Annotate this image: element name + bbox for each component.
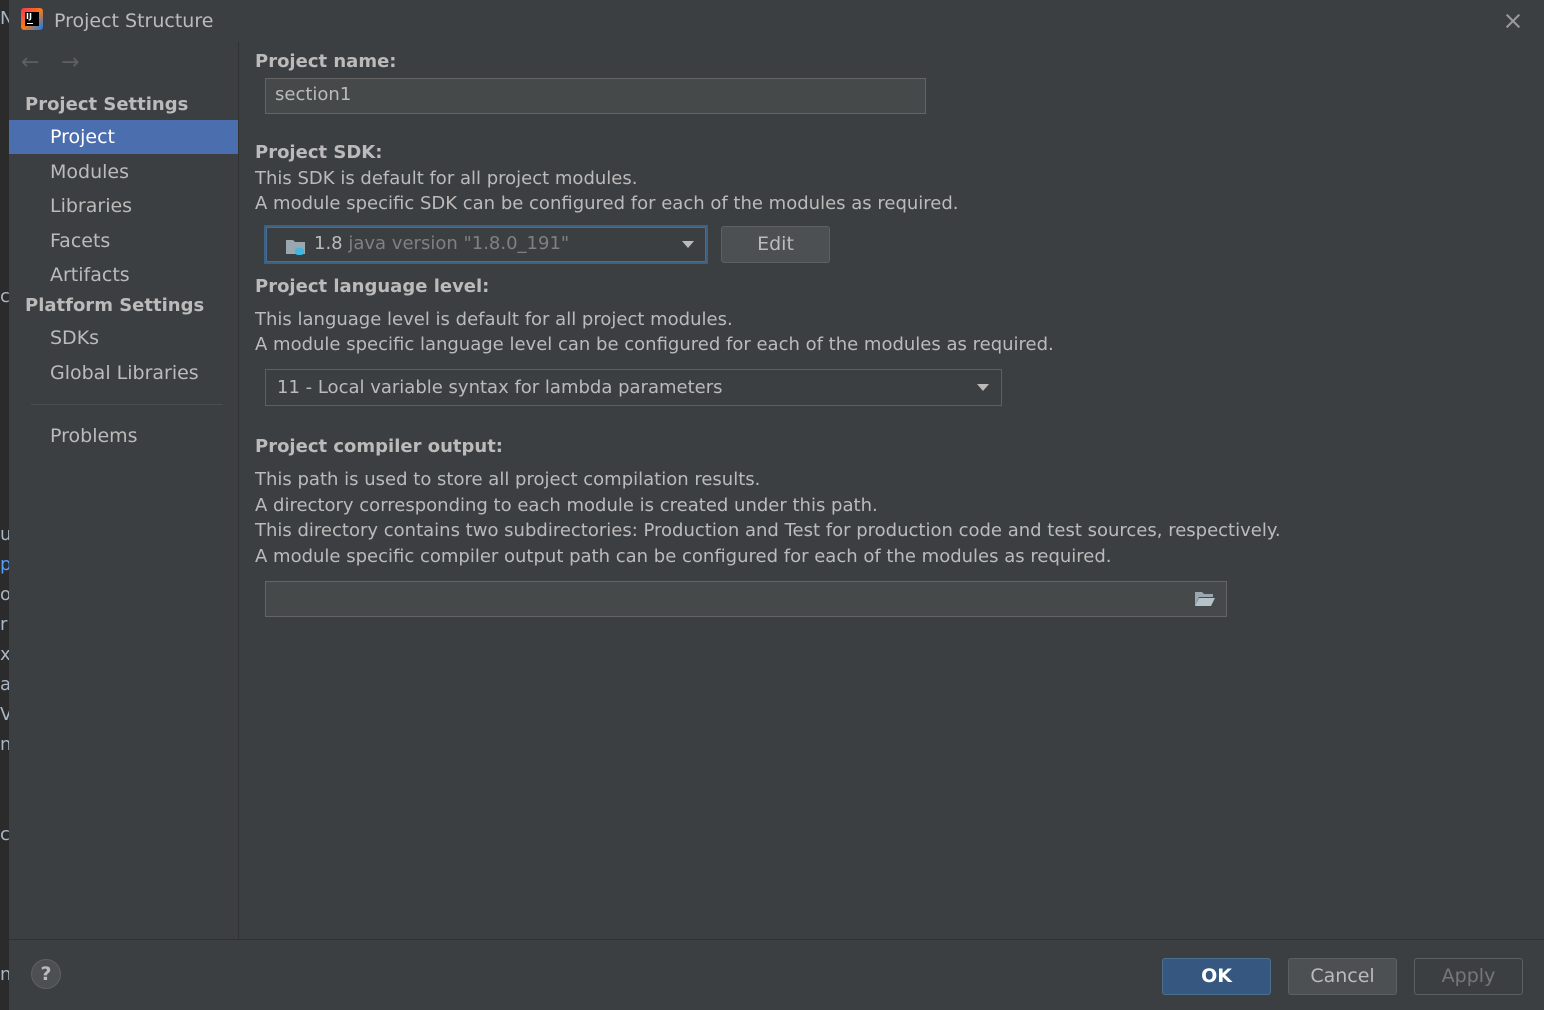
edit-sdk-button[interactable]: Edit: [721, 226, 830, 263]
sidebar-item-modules[interactable]: Modules: [9, 155, 238, 189]
project-sdk-label: Project SDK:: [255, 142, 383, 163]
ok-button-label: OK: [1201, 965, 1232, 987]
apply-button[interactable]: Apply: [1414, 958, 1523, 995]
edit-sdk-button-label: Edit: [757, 233, 794, 255]
sidebar-item-facets[interactable]: Facets: [9, 224, 238, 258]
sidebar-item-sdks[interactable]: SDKs: [9, 321, 238, 355]
project-sdk-dropdown[interactable]: 1.8 java version "1.8.0_191": [264, 225, 708, 264]
platform-settings-header: Platform Settings: [25, 295, 205, 316]
compiler-output-desc-1: This path is used to store all project c…: [255, 469, 761, 490]
sidebar-item-artifacts[interactable]: Artifacts: [9, 258, 238, 292]
intellij-idea-icon: IJ: [21, 8, 43, 30]
sidebar-item-label: SDKs: [50, 327, 100, 349]
cancel-button-label: Cancel: [1310, 965, 1375, 987]
compiler-output-desc-3: This directory contains two subdirectori…: [255, 520, 1281, 541]
back-arrow-icon[interactable]: ←: [21, 50, 39, 75]
language-level-value: 11 - Local variable syntax for lambda pa…: [277, 377, 723, 398]
cancel-button[interactable]: Cancel: [1288, 958, 1397, 995]
close-icon[interactable]: [1500, 6, 1526, 34]
compiler-output-label: Project compiler output:: [255, 436, 504, 457]
chevron-down-icon: [682, 241, 694, 248]
help-button[interactable]: ?: [31, 959, 61, 989]
compiler-output-path-field[interactable]: [265, 581, 1227, 617]
sidebar-item-label: Libraries: [50, 195, 133, 217]
sidebar-item-problems[interactable]: Problems: [9, 419, 238, 453]
project-name-label: Project name:: [255, 51, 397, 72]
project-settings-panel: Project name: section1 Project SDK: This…: [239, 42, 1544, 939]
language-level-label: Project language level:: [255, 276, 490, 297]
sidebar-item-libraries[interactable]: Libraries: [9, 189, 238, 223]
project-sdk-desc-1: This SDK is default for all project modu…: [255, 168, 638, 189]
sdk-detail: java version "1.8.0_191": [348, 233, 570, 254]
sidebar-item-label: Global Libraries: [50, 362, 199, 384]
sidebar-item-label: Facets: [50, 230, 111, 252]
compiler-output-desc-4: A module specific compiler output path c…: [255, 546, 1112, 567]
sdk-version: 1.8: [314, 233, 343, 254]
project-settings-header: Project Settings: [25, 94, 189, 115]
language-level-desc-1: This language level is default for all p…: [255, 309, 733, 330]
language-level-dropdown[interactable]: 11 - Local variable syntax for lambda pa…: [265, 369, 1002, 406]
folder-open-icon[interactable]: [1194, 590, 1216, 608]
background-window-strip: N c u p o r x a V n c n: [0, 0, 9, 1010]
project-name-value: section1: [275, 84, 352, 105]
sidebar-item-global-libraries[interactable]: Global Libraries: [9, 356, 238, 390]
sidebar-item-project[interactable]: Project: [9, 120, 238, 154]
project-sdk-desc-2: A module specific SDK can be configured …: [255, 193, 959, 214]
compiler-output-desc-2: A directory corresponding to each module…: [255, 495, 878, 516]
dialog-title: Project Structure: [54, 10, 214, 32]
help-icon: ?: [40, 963, 52, 985]
sidebar-item-label: Artifacts: [50, 264, 130, 286]
dialog-footer: ? OK Cancel Apply: [9, 939, 1544, 1010]
sidebar-item-label: Project: [50, 126, 116, 148]
chevron-down-icon: [977, 384, 989, 391]
sidebar-separator: [31, 404, 223, 405]
sidebar-item-label: Problems: [50, 425, 138, 447]
dialog-titlebar: IJ Project Structure: [9, 0, 1544, 42]
project-name-field[interactable]: section1: [265, 78, 926, 114]
ok-button[interactable]: OK: [1162, 958, 1271, 995]
apply-button-label: Apply: [1441, 965, 1496, 987]
sidebar-item-label: Modules: [50, 161, 129, 183]
jdk-folder-icon: [286, 240, 305, 255]
forward-arrow-icon[interactable]: →: [61, 50, 79, 75]
language-level-desc-2: A module specific language level can be …: [255, 334, 1054, 355]
sidebar: ← → Project Settings Project Modules Lib…: [9, 42, 238, 939]
